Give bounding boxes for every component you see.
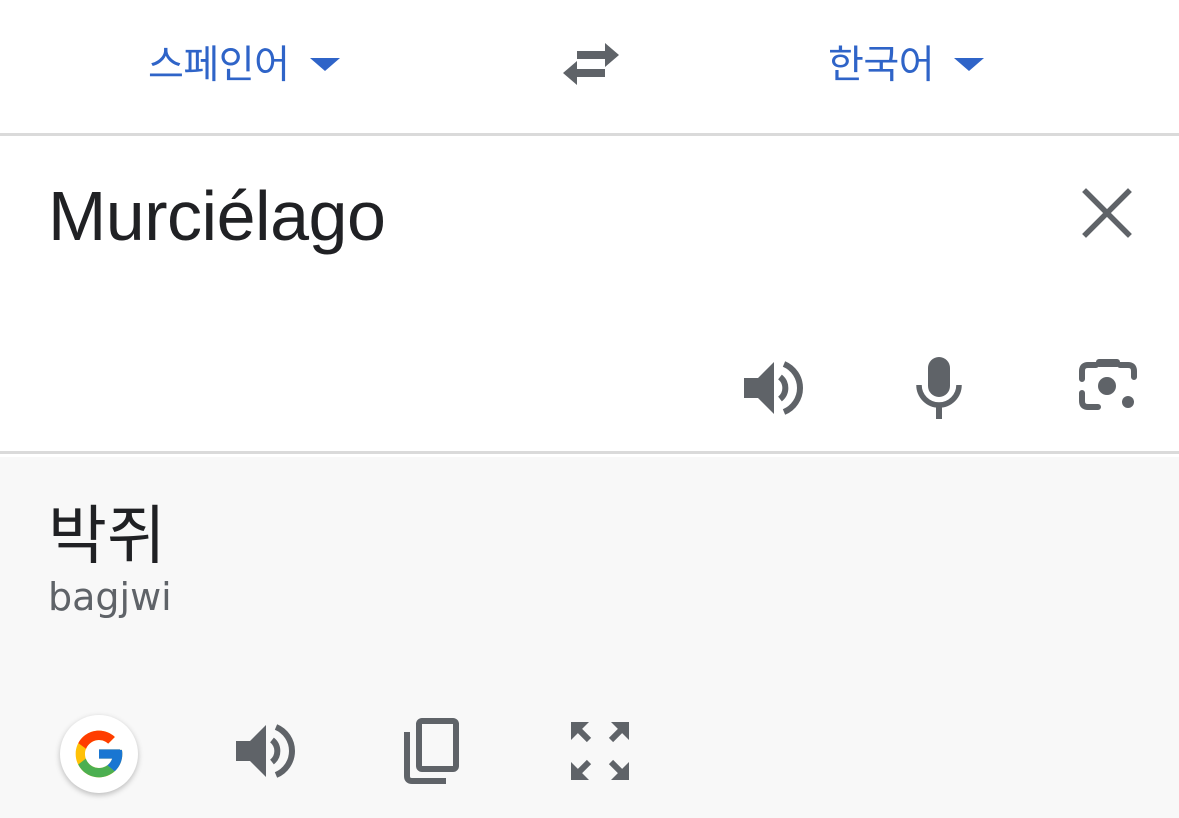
romanization-text: bagjwi (48, 575, 172, 619)
fullscreen-button[interactable] (562, 713, 638, 789)
listen-source-button[interactable] (734, 350, 810, 426)
fullscreen-icon (571, 722, 629, 780)
speaker-icon (744, 361, 803, 415)
google-logo-icon (75, 730, 123, 778)
target-language-button[interactable]: 한국어 (828, 36, 985, 88)
source-input-area[interactable]: Murciélago (0, 136, 1179, 454)
language-bar: 스페인어 한국어 (0, 0, 1179, 136)
source-text[interactable]: Murciélago (48, 176, 386, 256)
microphone-button[interactable] (904, 346, 974, 430)
copy-icon (404, 718, 459, 784)
swap-languages-button[interactable] (557, 36, 625, 92)
translation-output-area: 박쥐 bagjwi (0, 457, 1179, 818)
translation-text: 박쥐 (48, 500, 166, 574)
listen-translation-button[interactable] (226, 713, 302, 789)
microphone-icon (916, 357, 962, 419)
swap-icon (563, 43, 619, 85)
target-language-dropdown-icon (954, 57, 985, 71)
target-language-label: 한국어 (828, 43, 935, 88)
copy-translation-button[interactable] (396, 713, 466, 789)
clear-input-button[interactable] (1076, 182, 1138, 244)
camera-translate-button[interactable] (1070, 348, 1146, 424)
speaker-icon (236, 724, 295, 778)
google-search-button[interactable] (60, 715, 138, 793)
source-language-button[interactable]: 스페인어 (148, 36, 340, 88)
camera-icon (1079, 359, 1137, 410)
source-language-label: 스페인어 (148, 43, 290, 88)
source-language-dropdown-icon (309, 57, 340, 71)
close-icon (1082, 188, 1132, 238)
